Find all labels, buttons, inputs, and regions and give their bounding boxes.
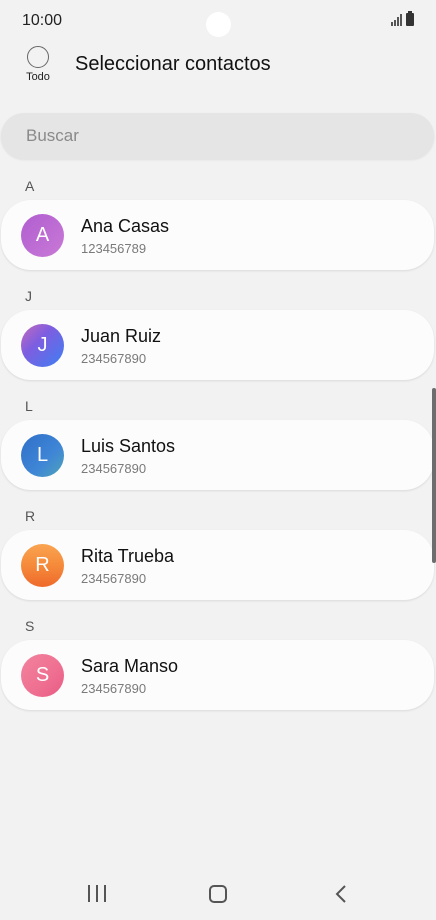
circle-checkbox-icon[interactable] bbox=[27, 46, 49, 68]
contact-name: Rita Trueba bbox=[81, 546, 175, 566]
avatar-initial: A bbox=[35, 224, 50, 246]
section-header-s: S bbox=[25, 618, 35, 634]
contact-number: 234567890 bbox=[81, 571, 147, 586]
search-bar[interactable] bbox=[1, 113, 434, 159]
contact-number: 234567890 bbox=[81, 681, 147, 696]
contact-item[interactable]: A Ana Casas 123456789 bbox=[1, 200, 434, 270]
select-all-toggle[interactable]: Todo bbox=[18, 46, 58, 90]
scrollbar[interactable] bbox=[432, 388, 436, 563]
status-icons bbox=[391, 11, 414, 26]
avatar-initial: S bbox=[35, 664, 50, 686]
contact-number: 234567890 bbox=[81, 461, 147, 476]
search-input[interactable] bbox=[26, 126, 434, 146]
contact-name: Juan Ruiz bbox=[81, 326, 162, 346]
section-header-a: A bbox=[25, 178, 35, 194]
avatar-initial: J bbox=[37, 334, 48, 356]
status-time: 10:00 bbox=[22, 12, 63, 29]
camera-cutout bbox=[206, 12, 231, 37]
header: Todo Seleccionar contactos bbox=[0, 40, 436, 100]
status-bar: 10:00 bbox=[0, 0, 436, 40]
avatar: L bbox=[21, 434, 64, 477]
page-title: Seleccionar contactos bbox=[75, 53, 271, 75]
home-icon[interactable] bbox=[209, 885, 227, 903]
contact-item[interactable]: J Juan Ruiz 234567890 bbox=[1, 310, 434, 380]
contact-item[interactable]: L Luis Santos 234567890 bbox=[1, 420, 434, 490]
avatar: J bbox=[21, 324, 64, 367]
section-header-r: R bbox=[25, 508, 36, 524]
battery-icon bbox=[406, 11, 414, 26]
contact-item[interactable]: S Sara Manso 234567890 bbox=[1, 640, 434, 710]
select-all-label: Todo bbox=[26, 71, 50, 83]
avatar-initial: R bbox=[35, 554, 50, 576]
contact-number: 234567890 bbox=[81, 351, 147, 366]
contact-name: Luis Santos bbox=[81, 436, 176, 456]
contact-number: 123456789 bbox=[81, 241, 147, 256]
back-icon[interactable] bbox=[334, 885, 350, 903]
section-header-l: L bbox=[25, 398, 33, 414]
contact-name: Sara Manso bbox=[81, 656, 179, 676]
recent-apps-icon[interactable] bbox=[88, 885, 106, 903]
section-header-j: J bbox=[25, 288, 32, 304]
avatar: S bbox=[21, 654, 64, 697]
signal-icon bbox=[391, 14, 402, 26]
avatar-initial: L bbox=[36, 444, 49, 466]
navigation-bar bbox=[0, 870, 436, 920]
contact-item[interactable]: R Rita Trueba 234567890 bbox=[1, 530, 434, 600]
avatar: A bbox=[21, 214, 64, 257]
avatar: R bbox=[21, 544, 64, 587]
contact-name: Ana Casas bbox=[81, 216, 170, 236]
